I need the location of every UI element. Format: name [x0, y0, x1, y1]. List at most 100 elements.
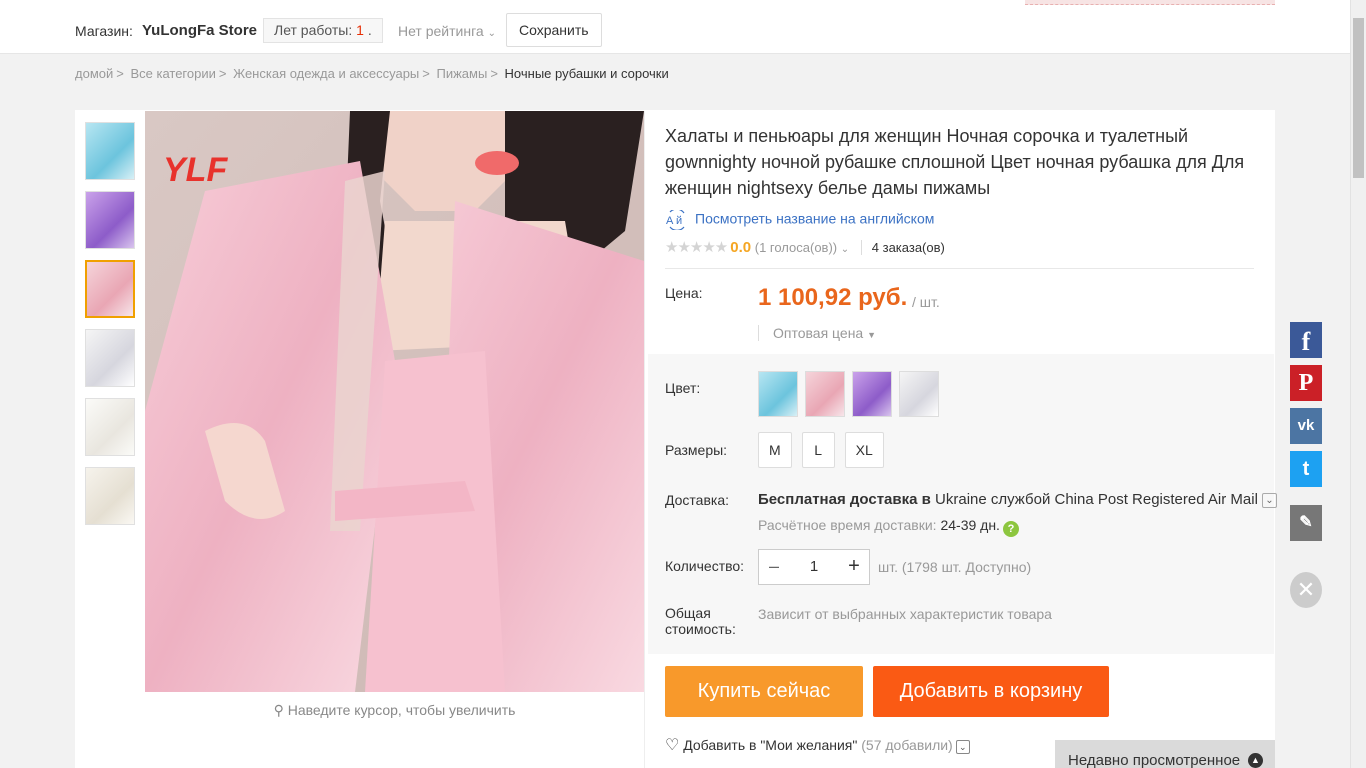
eta-value: 24-39 дн. — [940, 517, 1000, 533]
main-product-image[interactable]: YLF — [145, 111, 644, 692]
vk-share-button[interactable]: vk — [1290, 408, 1322, 444]
rating-score: 0.0 — [730, 239, 752, 256]
color-label: Цвет: — [665, 380, 701, 396]
breadcrumb-separator: > — [422, 66, 430, 81]
color-swatch-white[interactable] — [899, 371, 939, 417]
delivery-estimate: Расчётное время доставки: 24-39 дн.? — [758, 517, 1019, 537]
add-to-cart-button[interactable]: Добавить в корзину — [873, 666, 1109, 717]
size-label: Размеры: — [665, 442, 728, 458]
years-suffix: . — [367, 22, 372, 38]
price-unit: / шт. — [912, 294, 940, 310]
help-icon[interactable]: ? — [1002, 521, 1019, 537]
price-label: Цена: — [665, 285, 703, 301]
thumbnail-3-selected[interactable] — [85, 260, 135, 318]
color-swatch-purple[interactable] — [852, 371, 892, 417]
top-banner-strip — [1025, 0, 1275, 5]
store-rating-dropdown[interactable]: Нет рейтинга ⌄ — [398, 23, 496, 39]
thumbnail-1[interactable] — [85, 122, 135, 180]
total-label: Общая стоимость: — [665, 605, 736, 637]
svg-text:й: й — [676, 215, 682, 227]
shipping-label: Доставка: — [665, 492, 730, 508]
total-label-line2: стоимость: — [665, 621, 736, 637]
thumbnail-6[interactable] — [85, 467, 135, 525]
caret-down-icon: ▼ — [867, 330, 877, 340]
size-option-m[interactable]: M — [758, 432, 792, 468]
wishlist-count: (57 добавили) — [861, 737, 953, 753]
breadcrumb-current: Ночные рубашки и сорочки — [504, 66, 669, 81]
heart-plus-icon: ♡ — [665, 737, 680, 754]
zoom-hint: ⚲ Наведите курсор, чтобы увеличить — [145, 702, 644, 719]
quantity-available: шт. (1798 шт. Доступно) — [878, 559, 1032, 575]
quantity-label: Количество: — [665, 558, 745, 574]
breadcrumb-separator: > — [490, 66, 498, 81]
translate-link-label: Посмотреть название на английском — [695, 210, 935, 227]
total-label-line1: Общая — [665, 605, 711, 621]
shipping-carrier: China Post Registered Air Mail — [1054, 491, 1258, 508]
breadcrumb-all-categories[interactable]: Все категории — [130, 66, 215, 81]
shipping-method[interactable]: Бесплатная доставка в Ukraine службой Ch… — [758, 491, 1277, 508]
quantity-input[interactable]: 1 — [791, 550, 837, 584]
color-swatch-blue[interactable] — [758, 371, 798, 417]
vertical-scrollbar[interactable] — [1350, 0, 1366, 768]
store-label: Магазин: — [75, 23, 133, 39]
magnifier-icon: ⚲ — [273, 702, 284, 718]
years-value: 1 — [356, 22, 364, 38]
chevron-down-icon[interactable]: ⌄ — [955, 740, 970, 754]
divider — [665, 268, 1254, 269]
thumbnail-5[interactable] — [85, 398, 135, 456]
orders-count: 4 заказа(ов) — [860, 240, 945, 255]
chevron-down-icon[interactable]: ⌄ — [1261, 493, 1277, 508]
thumbnail-4[interactable] — [85, 329, 135, 387]
years-label: Лет работы: — [274, 22, 353, 38]
quantity-stepper: – 1 + — [758, 549, 870, 585]
chevron-up-icon[interactable]: ▲ — [1248, 753, 1263, 768]
breadcrumb-pajamas[interactable]: Пижамы — [437, 66, 488, 81]
wholesale-price-dropdown[interactable]: Оптовая цена ▼ — [758, 325, 876, 341]
thumbnail-list — [85, 122, 135, 536]
chevron-down-icon[interactable]: ⌄ — [841, 244, 849, 255]
store-years-badge: Лет работы: 1 . — [263, 18, 383, 43]
translate-icon: Aй — [665, 208, 689, 231]
close-icon[interactable]: ✕ — [1290, 572, 1322, 608]
product-photo: YLF — [145, 111, 644, 692]
add-to-wishlist[interactable]: ♡ Добавить в "Мои желания" (57 добавили)… — [665, 735, 970, 755]
color-swatches — [758, 371, 946, 420]
svg-text:A: A — [666, 215, 674, 227]
thumbnail-2[interactable] — [85, 191, 135, 249]
rating-row: ★★★★★ 0.0 (1 голоса(ов)) ⌄ 4 заказа(ов) — [665, 238, 945, 256]
shipping-carrier-prefix: службой — [990, 491, 1051, 508]
recently-viewed-panel[interactable]: Недавно просмотренное ▲ — [1055, 740, 1275, 768]
watermark-logo: YLF — [163, 151, 228, 189]
breadcrumb: домой > Все категории > Женская одежда и а… — [75, 66, 669, 81]
chevron-down-icon: ⌄ — [487, 28, 496, 39]
store-name-link[interactable]: YuLongFa Store — [142, 22, 257, 39]
size-option-l[interactable]: L — [801, 432, 835, 468]
twitter-share-button[interactable]: t — [1290, 451, 1322, 487]
product-title: Халаты и пеньюары для женщин Ночная соро… — [665, 126, 1245, 198]
buy-now-button[interactable]: Купить сейчас — [665, 666, 863, 717]
size-option-xl[interactable]: XL — [844, 432, 884, 468]
pinterest-share-button[interactable]: P — [1290, 365, 1322, 401]
breadcrumb-separator: > — [218, 66, 227, 81]
votes-link[interactable]: (1 голоса(ов)) — [755, 240, 837, 255]
wishlist-label: Добавить в "Мои желания" — [683, 737, 858, 753]
wholesale-label: Оптовая цена — [773, 325, 864, 341]
column-divider — [644, 111, 645, 768]
total-value: Зависит от выбранных характеристик товар… — [758, 606, 1052, 622]
free-shipping-text: Бесплатная доставка в — [758, 491, 931, 508]
zoom-hint-text: Наведите курсор, чтобы увеличить — [287, 702, 516, 718]
shipping-destination: Ukraine — [935, 491, 987, 508]
facebook-share-button[interactable]: f — [1290, 322, 1322, 358]
recently-viewed-label: Недавно просмотренное — [1068, 752, 1241, 768]
save-store-button[interactable]: Сохранить — [506, 13, 602, 47]
quantity-decrease-button[interactable]: – — [759, 550, 789, 584]
pencil-icon[interactable]: ✎ — [1290, 505, 1322, 541]
breadcrumb-womens-clothing[interactable]: Женская одежда и аксессуары — [233, 66, 419, 81]
breadcrumb-home[interactable]: домой — [75, 66, 113, 81]
quantity-increase-button[interactable]: + — [839, 550, 869, 584]
color-swatch-pink[interactable] — [805, 371, 845, 417]
store-rating-label: Нет рейтинга — [398, 23, 484, 39]
scrollbar-thumb[interactable] — [1353, 18, 1364, 178]
eta-label: Расчётное время доставки: — [758, 517, 937, 533]
translate-title-link[interactable]: Aй Посмотреть название на английском — [665, 208, 935, 231]
